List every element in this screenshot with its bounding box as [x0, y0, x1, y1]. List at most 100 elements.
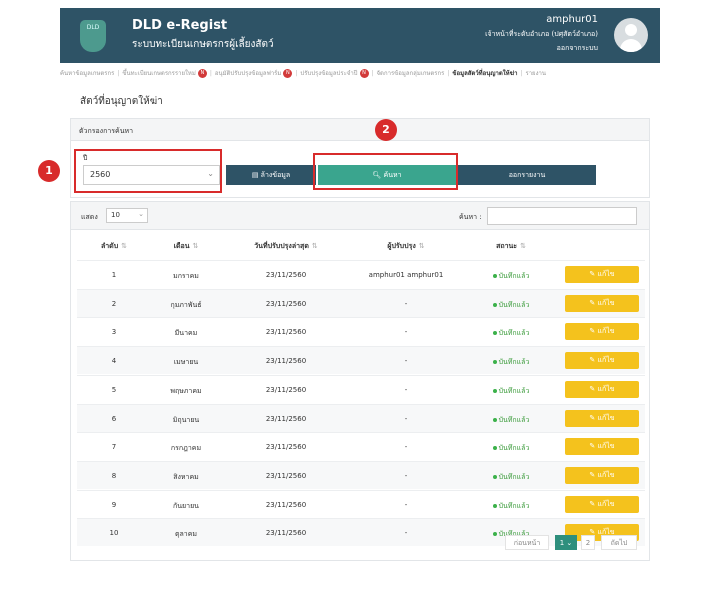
status-text: บันทึกแล้ว [498, 501, 530, 510]
app-subtitle: ระบบทะเบียนเกษตรกรผู้เลี้ยงสัตว์ [132, 39, 274, 50]
user-name: amphur01 [546, 14, 598, 25]
cell-editor: amphur01 amphur01 [368, 271, 444, 279]
column-header-month[interactable]: เดือน ⇅ [146, 241, 226, 252]
clear-button[interactable]: ▤ ล้างข้อมูล [226, 165, 316, 185]
clear-icon: ▤ [251, 171, 261, 179]
status-text: บันทึกแล้ว [498, 472, 530, 481]
nav-item-slaughter-animals[interactable]: ข้อมูลสัตว์ที่อนุญาตให้ฆ่า [452, 68, 517, 78]
cell-month: กันยายน [173, 501, 199, 510]
pencil-icon: ✎ [589, 442, 598, 451]
app-title: DLD e-Regist [132, 18, 228, 33]
edit-button-label: แก้ไข [597, 270, 615, 278]
sort-icon: ⇅ [520, 242, 526, 250]
status-dot-icon [492, 302, 497, 307]
pencil-icon: ✎ [589, 384, 598, 393]
column-label: ลำดับ [100, 242, 119, 250]
nav-item-new-registration[interactable]: ขึ้นทะเบียนเกษตรกรรายใหม่ N [122, 68, 207, 78]
table-header: ลำดับ ⇅ เดือน ⇅ วันที่ปรับปรุงล่าสุด ⇅ ผู้ป… [71, 236, 649, 256]
edit-button[interactable]: ✎ แก้ไข [565, 266, 639, 283]
cell-editor: - [404, 500, 408, 509]
nav-item-search-farmer[interactable]: ค้นหาข้อมูลเกษตรกร [60, 68, 114, 78]
table-row: 4 เมษายน 23/11/2560 - บันทึกแล้ว ✎ แก้ไข [77, 346, 645, 375]
column-header-editor[interactable]: ผู้ปรับปรุง ⇅ [346, 241, 466, 252]
status-dot-icon [492, 446, 497, 451]
nav-label: รายงาน [525, 70, 546, 77]
cell-no: 2 [111, 299, 117, 308]
pencil-icon: ✎ [589, 298, 598, 307]
cell-date: 23/11/2560 [265, 471, 307, 480]
cell-no: 5 [111, 385, 117, 394]
main-nav: ค้นหาข้อมูลเกษตรกร | ขึ้นทะเบียนเกษตรกรร… [60, 68, 546, 78]
page-title: สัตว์ที่อนุญาตให้ฆ่า [80, 96, 163, 107]
edit-button[interactable]: ✎ แก้ไข [565, 352, 639, 370]
edit-button[interactable]: ✎ แก้ไข [565, 438, 639, 456]
edit-button-label: แก้ไข [597, 327, 615, 336]
column-label: เดือน [173, 242, 190, 250]
status-dot-icon [492, 331, 497, 336]
sort-icon: ⇅ [121, 242, 128, 250]
user-role: เจ้าหน้าที่ระดับอำเภอ (ปศุสัตว์อำเภอ) [485, 30, 598, 38]
cell-date: 23/11/2560 [265, 385, 307, 394]
column-header-no[interactable]: ลำดับ ⇅ [89, 241, 139, 252]
edit-button[interactable]: ✎ แก้ไข [565, 323, 639, 341]
avatar-icon[interactable] [614, 18, 648, 52]
column-label: วันที่ปรับปรุงล่าสุด [254, 242, 309, 250]
status-badge: บันทึกแล้ว [471, 472, 551, 483]
logout-link[interactable]: ออกจากระบบ [557, 43, 598, 54]
column-header-date[interactable]: วันที่ปรับปรุงล่าสุด ⇅ [231, 241, 341, 252]
cell-month: เมษายน [173, 358, 199, 367]
status-badge: บันทึกแล้ว [471, 386, 551, 397]
column-header-status[interactable]: สถานะ ⇅ [471, 241, 551, 252]
cell-no: 4 [111, 357, 117, 366]
edit-button[interactable]: ✎ แก้ไข [565, 495, 639, 513]
edit-button[interactable]: ✎ แก้ไข [565, 294, 639, 312]
annotation-box-1 [74, 149, 222, 193]
status-dot-icon [492, 474, 497, 479]
pencil-icon: ✎ [589, 499, 598, 508]
column-label: ผู้ปรับปรุง [387, 242, 416, 250]
next-page-button[interactable]: ถัดไป [601, 535, 637, 550]
chevron-down-icon: ⌄ [566, 539, 573, 547]
cell-month: กรกฎาคม [170, 444, 202, 453]
export-report-button[interactable]: ออกรายงาน [458, 165, 596, 185]
annotation-marker-1: 1 [38, 160, 60, 182]
status-badge: บันทึกแล้ว [471, 501, 551, 512]
edit-button[interactable]: ✎ แก้ไข [565, 409, 639, 427]
show-entries-label: แสดง [81, 213, 98, 221]
annotation-box-2 [313, 153, 458, 190]
cell-date: 23/11/2560 [265, 357, 307, 366]
nav-item-annual-update[interactable]: ปรับปรุงข้อมูลประจำปี N [300, 68, 369, 78]
nav-item-reports[interactable]: รายงาน [525, 68, 546, 78]
nav-label: ข้อมูลสัตว์ที่อนุญาตให้ฆ่า [452, 70, 518, 77]
cell-editor: - [404, 328, 408, 337]
table-row: 7 กรกฎาคม 23/11/2560 - บันทึกแล้ว ✎ แก้ไข [77, 432, 645, 460]
status-badge: บันทึกแล้ว [471, 328, 551, 339]
edit-button[interactable]: ✎ แก้ไข [565, 380, 639, 398]
nav-label: อนุมัติปรับปรุงข้อมูลฟาร์ม [214, 70, 282, 77]
edit-button-label: แก้ไข [597, 384, 615, 393]
page-size-value: 10 [111, 211, 120, 219]
cell-date: 23/11/2560 [265, 328, 307, 337]
status-dot-icon [492, 503, 497, 508]
status-dot-icon [492, 388, 497, 393]
nav-item-farmer-groups[interactable]: จัดการข้อมูลกลุ่มเกษตรกร [377, 68, 445, 78]
status-dot-icon [492, 417, 497, 422]
filter-heading: ตัวกรองการค้นหา [71, 119, 649, 141]
nav-label: จัดการข้อมูลกลุ่มเกษตรกร [376, 70, 445, 77]
page-1-select[interactable]: 1 ⌄ [555, 535, 577, 550]
edit-button[interactable]: ✎ แก้ไข [565, 466, 639, 484]
cell-no: 3 [111, 328, 117, 337]
table-row: 2 กุมภาพันธ์ 23/11/2560 - บันทึกแล้ว ✎ แก้ไข [77, 288, 645, 317]
status-text: บันทึกแล้ว [498, 444, 530, 453]
column-label: สถานะ [496, 242, 518, 250]
table-search-input[interactable] [487, 207, 637, 225]
cell-month: พฤษภาคม [170, 386, 202, 395]
pencil-icon: ✎ [589, 470, 598, 479]
cell-editor: - [404, 385, 408, 394]
prev-page-button[interactable]: ก่อนหน้า [505, 535, 549, 550]
nav-item-approve-farm[interactable]: อนุมัติปรับปรุงข้อมูลฟาร์ม N [215, 68, 293, 78]
page-2-button[interactable]: 2 [581, 535, 595, 550]
status-dot-icon [492, 360, 497, 365]
status-text: บันทึกแล้ว [498, 386, 530, 395]
page-size-select[interactable]: 10 ⌄ [106, 208, 148, 223]
